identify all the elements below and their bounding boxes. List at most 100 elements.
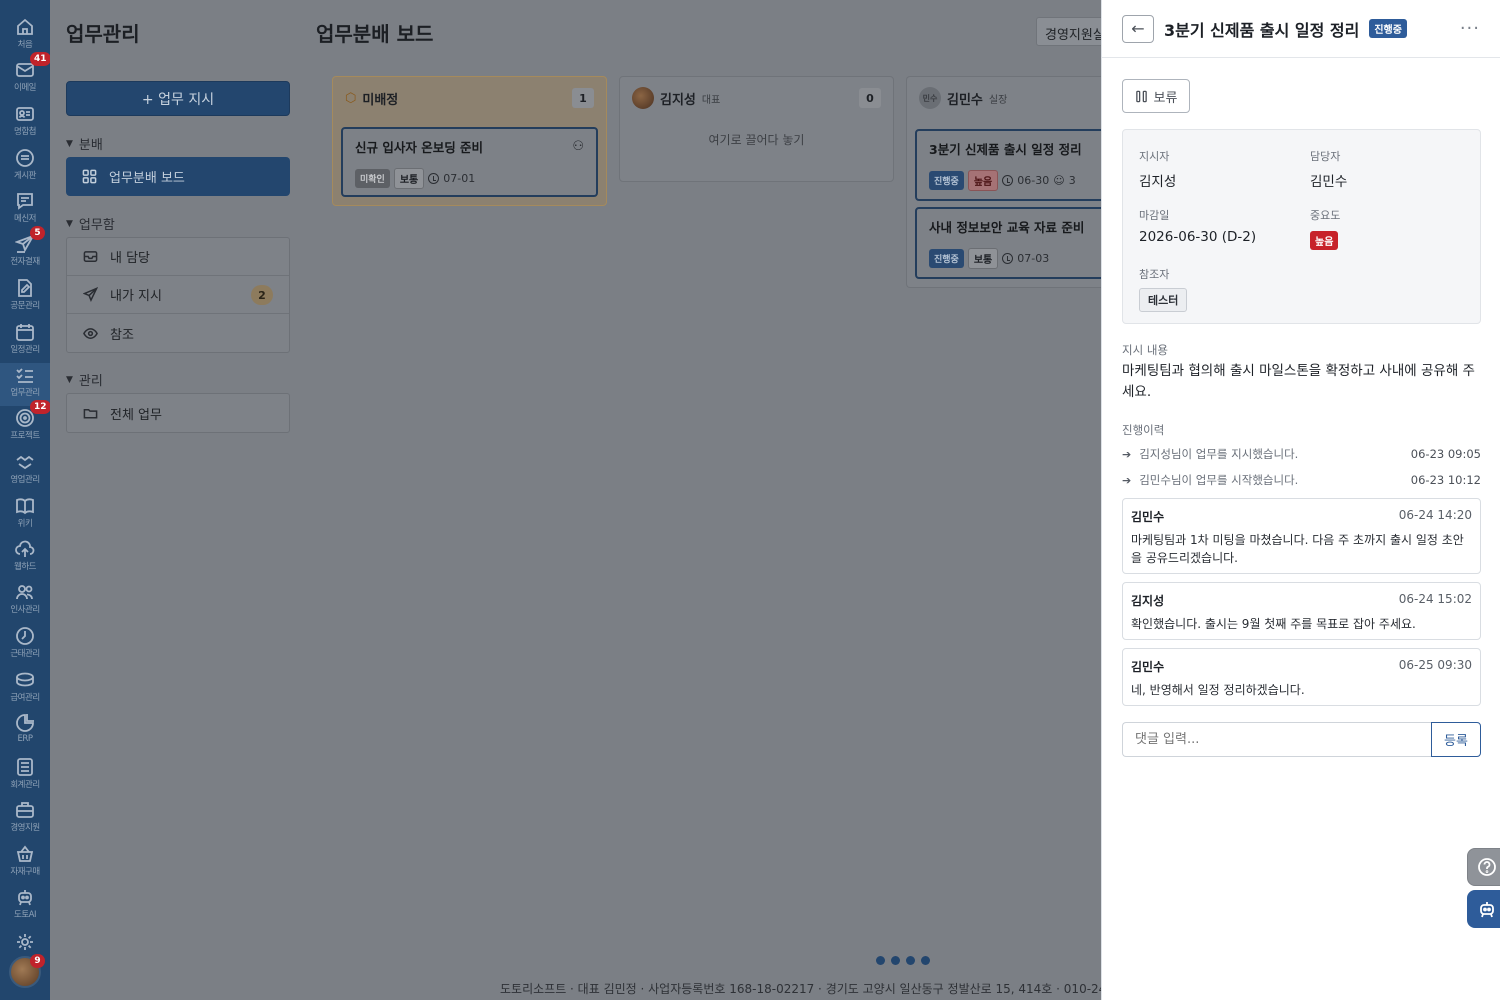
rail-item-money[interactable]: 급여관리 bbox=[0, 668, 50, 711]
rail-item-label: 도토AI bbox=[14, 910, 36, 920]
rail-item-mail[interactable]: 이메일 41 bbox=[0, 52, 51, 101]
board-icon bbox=[16, 149, 34, 167]
field-label: 참조자 bbox=[1139, 268, 1170, 281]
drawer-title: 3분기 신제품 출시 일정 정리 bbox=[1164, 20, 1360, 40]
rail-item-label: 메신저 bbox=[14, 214, 36, 224]
ai-assistant-button[interactable] bbox=[1467, 890, 1500, 928]
section-inbox[interactable]: ▼ 업무함 bbox=[66, 214, 115, 233]
notification-badge: 9 bbox=[30, 954, 45, 968]
robot-icon bbox=[1480, 902, 1494, 918]
drawer-header: ← 3분기 신제품 출시 일정 정리 진행중 ··· bbox=[1102, 0, 1500, 58]
clock-icon bbox=[16, 627, 34, 645]
rail-item-handshake[interactable]: 영업관리 bbox=[0, 450, 50, 493]
help-button[interactable] bbox=[1467, 848, 1500, 886]
rail-item-pie-chart[interactable]: ERP bbox=[0, 711, 50, 754]
more-icon[interactable]: ··· bbox=[1460, 18, 1480, 39]
section-manage-label: 관리 bbox=[78, 374, 103, 389]
rail-item-approval-send[interactable]: 전자결재 5 bbox=[0, 226, 50, 275]
history-time: 06-23 09:05 bbox=[1410, 447, 1481, 461]
field-label: 중요도 bbox=[1310, 209, 1341, 222]
grid-icon bbox=[82, 169, 97, 184]
rail-item-target[interactable]: 프로젝트 12 bbox=[0, 400, 51, 449]
rail-item-people[interactable]: 인사관리 bbox=[0, 580, 50, 623]
rail-item-label: 경영지원 bbox=[10, 823, 40, 833]
back-button[interactable]: ← bbox=[1122, 14, 1154, 43]
comment-body: 마케팅팀과 1차 미팅을 마쳤습니다. 다음 주 초까지 출시 일정 초안을 공… bbox=[1131, 533, 1464, 565]
rail-item-label: 전자결재 bbox=[10, 257, 40, 267]
priority-badge: 높음 bbox=[1310, 231, 1339, 250]
rail-item-label: 인사관리 bbox=[10, 605, 40, 615]
task-list-icon bbox=[16, 368, 33, 383]
sidebar-item-reference[interactable]: 참조 bbox=[67, 314, 289, 352]
comment-body: 확인했습니다. 출시는 9월 첫째 주를 목표로 잡아 주세요. bbox=[1131, 617, 1416, 631]
rail-item-label: 업무관리 bbox=[10, 388, 40, 398]
avatar: 민수 bbox=[919, 87, 941, 109]
sidebar-item-assigned-by-me[interactable]: 내가 지시 2 bbox=[67, 276, 289, 314]
rail-item-label: 영업관리 bbox=[10, 475, 40, 485]
rail-item-book[interactable]: 위키 bbox=[0, 494, 50, 537]
comment-input[interactable] bbox=[1122, 722, 1432, 757]
sidebar-item-all-tasks[interactable]: 전체 업무 bbox=[67, 394, 289, 432]
column-role: 실장 bbox=[988, 94, 1008, 106]
dept-filter[interactable]: 경영지원실 bbox=[1036, 17, 1101, 46]
section-inbox-label: 업무함 bbox=[78, 218, 115, 233]
section-distribute[interactable]: ▼ 분배 bbox=[66, 134, 103, 153]
task-card[interactable]: 신규 입사자 온보딩 준비 ⚇ 미확인 보통 07-01 bbox=[341, 127, 598, 197]
task-card[interactable]: 3분기 신제품 출시 일정 정리 진행중 높음 06-30 ☺ 3 bbox=[915, 129, 1101, 201]
rail-item-calculator[interactable]: 회계관리 bbox=[0, 755, 50, 798]
message-icon bbox=[17, 193, 33, 210]
rail-item-board[interactable]: 게시판 bbox=[0, 146, 50, 189]
status-badge: 진행중 bbox=[1369, 19, 1407, 38]
user-avatar[interactable]: 9 bbox=[9, 954, 45, 988]
field-value: 김지성 bbox=[1139, 174, 1177, 190]
comment-item: 김민수 06-24 14:20 마케팅팀과 1차 미팅을 마쳤습니다. 다음 주 … bbox=[1122, 498, 1481, 574]
section-manage[interactable]: ▼ 관리 bbox=[66, 370, 103, 389]
notification-badge: 41 bbox=[30, 52, 51, 66]
drop-hint: 여기로 끌어다 놓기 bbox=[708, 133, 805, 147]
rail-item-document-edit[interactable]: 공문관리 bbox=[0, 276, 50, 319]
book-icon bbox=[16, 498, 34, 515]
comment-author: 김지성 bbox=[1131, 594, 1165, 608]
field-value: 2026-06-30 (D-2) bbox=[1139, 229, 1257, 245]
column-header: ⬡ 미배정 1 bbox=[333, 77, 606, 119]
task-card[interactable]: 사내 정보보안 교육 자료 준비 진행중 보통 07-03 bbox=[915, 207, 1101, 279]
rail-item-label: 급여관리 bbox=[10, 693, 40, 703]
rail-item-contact-card[interactable]: 명함첩 bbox=[0, 102, 50, 145]
history-text: 김지성님이 업무를 지시했습니다. bbox=[1139, 447, 1299, 461]
column-count: 1 bbox=[572, 88, 594, 108]
eye-icon bbox=[83, 327, 98, 339]
status-tag: 진행중 bbox=[929, 249, 964, 268]
card-meta: 진행중 보통 07-03 bbox=[929, 248, 1101, 269]
rail-item-label: ERP bbox=[17, 734, 33, 744]
rail-item-cloud-upload[interactable]: 웹하드 bbox=[0, 537, 50, 580]
column-role: 대표 bbox=[701, 94, 721, 106]
hold-button[interactable]: 보류 bbox=[1122, 79, 1190, 113]
submit-comment-button[interactable]: 등록 bbox=[1431, 722, 1481, 757]
rail-item-robot[interactable]: 도토AI bbox=[0, 885, 50, 928]
sidebar-item-my-tasks[interactable]: 내 담당 bbox=[67, 238, 289, 276]
rail-item-briefcase[interactable]: 경영지원 bbox=[0, 798, 50, 841]
comment-time: 06-24 14:20 bbox=[1398, 508, 1472, 522]
comment-count: 3 bbox=[1068, 174, 1076, 187]
column-member-kimminsu: 민수 김민수 실장 3분기 신제품 출시 일정 정리 진행중 높음 06-30 … bbox=[906, 76, 1101, 288]
column-count: 0 bbox=[859, 88, 881, 108]
pause-icon bbox=[1135, 90, 1147, 102]
sidebar-item-board[interactable]: 업무분배 보드 bbox=[66, 157, 290, 196]
due-date: 06-30 bbox=[1017, 174, 1050, 187]
assign-task-button[interactable]: + 업무 지시 bbox=[66, 81, 290, 116]
rail-item-clock[interactable]: 근태관리 bbox=[0, 624, 50, 667]
rail-item-calendar[interactable]: 일정관리 bbox=[0, 320, 50, 363]
assign-person-icon[interactable]: ⚇ bbox=[572, 139, 584, 154]
rail-item-basket[interactable]: 자재구매 bbox=[0, 842, 50, 885]
box-icon: ⬡ bbox=[345, 90, 357, 106]
comment-icon: ☺ bbox=[1053, 174, 1065, 187]
manage-list: 전체 업무 bbox=[66, 393, 290, 433]
rail-item-label: 자재구매 bbox=[10, 867, 40, 877]
avatar bbox=[632, 87, 654, 109]
help-icon bbox=[1478, 858, 1496, 876]
gear-icon bbox=[17, 934, 33, 950]
home-icon bbox=[17, 18, 33, 35]
rail-item-message[interactable]: 메신저 bbox=[0, 189, 50, 232]
arrow-right-icon: ➔ bbox=[1122, 473, 1132, 487]
calculator-icon bbox=[17, 758, 33, 776]
